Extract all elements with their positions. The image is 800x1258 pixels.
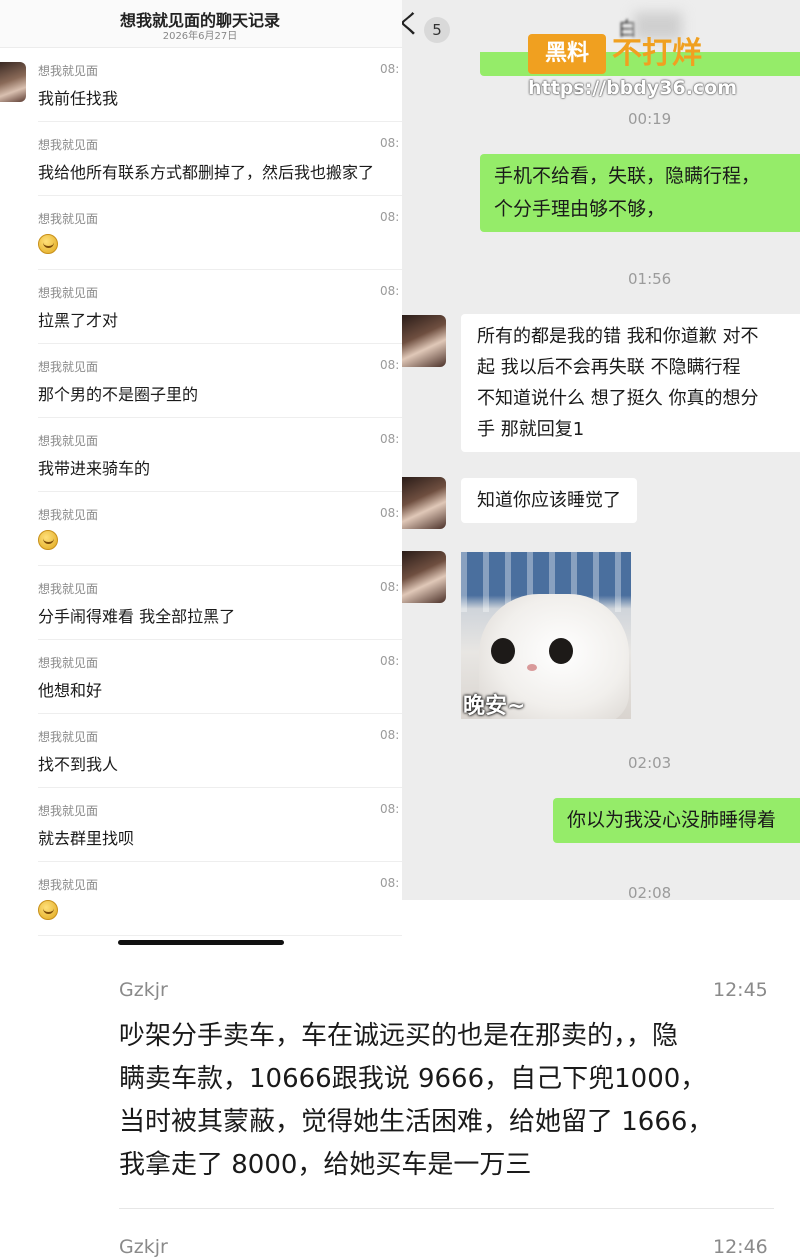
- chat-record-item[interactable]: 想我就见面 08: 找不到我人: [0, 714, 402, 788]
- record-time: 08:: [380, 62, 400, 76]
- chat-record-item[interactable]: 想我就见面 08:: [0, 492, 402, 566]
- timestamp: 00:19: [628, 110, 672, 128]
- my-message-bubble[interactable]: 手机不给看，失联，隐瞒行程， 个分手理由够不够，: [480, 154, 800, 232]
- message-text: 你以为我没心没肺睡得着: [567, 809, 777, 831]
- chat-record-item[interactable]: 想我就见面 08: 他想和好: [0, 640, 402, 714]
- watermark-text: 不打烊: [612, 36, 702, 71]
- comment-text-line: 吵架分手卖车，车在诚远买的也是在那卖的，，隐: [119, 1021, 679, 1051]
- record-sender: 想我就见面: [38, 212, 99, 226]
- chat-record-item[interactable]: 想我就见面 08: 我前任找我: [0, 48, 402, 122]
- their-message-bubble[interactable]: 知道你应该睡觉了: [461, 478, 637, 523]
- chat-record-item[interactable]: 想我就见面 08: 我带进来骑车的: [0, 418, 402, 492]
- sticker-caption: 晚安~: [463, 694, 526, 719]
- comment-username[interactable]: Gzkjr: [119, 1236, 168, 1258]
- chat-history-panel: 想我就见面的聊天记录 2026年6月27日 想我就见面 08: 我前任找我 想我就见面…: [0, 0, 402, 955]
- record-sender: 想我就见面: [38, 804, 99, 818]
- chat-record-item[interactable]: 想我就见面 08: 拉黑了才对: [0, 270, 402, 344]
- record-message: 找不到我人: [38, 755, 119, 774]
- chat-history-header: 想我就见面的聊天记录 2026年6月27日: [0, 0, 402, 48]
- record-sender: 想我就见面: [38, 730, 99, 744]
- record-time: 08:: [380, 210, 400, 224]
- comment-text-line: 我拿走了 8000，给她买车是一万三: [119, 1150, 532, 1180]
- chat-record-item[interactable]: 想我就见面 08: 分手闹得难看 我全部拉黑了: [0, 566, 402, 640]
- watermark-url: https://bbdy36.com: [528, 77, 738, 99]
- chat-record-item[interactable]: 想我就见面 08:: [0, 862, 402, 936]
- record-time: 08:: [380, 136, 400, 150]
- record-message: 我前任找我: [38, 89, 119, 108]
- emoji-icon: [38, 900, 58, 920]
- record-sender: 想我就见面: [38, 434, 99, 448]
- record-message: 那个男的不是圈子里的: [38, 385, 199, 404]
- record-sender: 想我就见面: [38, 656, 99, 670]
- emoji-icon: [38, 530, 58, 550]
- chat-record-item[interactable]: 想我就见面 08: 就去群里找呗: [0, 788, 402, 862]
- message-text: 知道你应该睡觉了: [477, 490, 621, 511]
- message-text: 个分手理由够不够，: [494, 198, 666, 220]
- record-time: 08:: [380, 654, 400, 668]
- back-arrow-icon[interactable]: く: [402, 12, 422, 38]
- record-message: 拉黑了才对: [38, 311, 119, 330]
- comment-divider: [119, 1208, 774, 1209]
- comment-text-line: 瞒卖车款，10666跟我说 9666，自己下兜1000，: [119, 1064, 707, 1094]
- their-message-bubble[interactable]: 所有的都是我的错 我和你道歉 对不 起 我以后不会再失联 不隐瞒行程 不知道说什…: [461, 314, 800, 452]
- message-text: 手 那就回复1: [477, 419, 585, 440]
- comment-text-line: 当时被其蒙蔽，觉得她生活困难，给她留了 1666，: [119, 1107, 714, 1137]
- home-indicator: [118, 940, 284, 945]
- comment-time: 12:46: [713, 1236, 768, 1258]
- emoji-icon: [38, 234, 58, 254]
- contact-avatar[interactable]: [402, 315, 446, 367]
- timestamp: 01:56: [628, 270, 672, 288]
- comment-time: 12:45: [713, 979, 768, 1001]
- chat-record-item[interactable]: 想我就见面 08: 我给他所有联系方式都删掉了，然后我也搬家了: [0, 122, 402, 196]
- chat-history-date: 2026年6月27日: [162, 31, 238, 42]
- record-message: 分手闹得难看 我全部拉黑了: [38, 607, 236, 626]
- record-time: 08:: [380, 284, 400, 298]
- contact-avatar[interactable]: [402, 551, 446, 603]
- cat-eye: [549, 638, 573, 664]
- cat-nose: [527, 664, 537, 671]
- watermark-badge: 黑料: [528, 34, 606, 74]
- site-watermark: 黑料 不打烊 https://bbdy36.com: [528, 34, 758, 104]
- cat-sticker-image[interactable]: 晚安~: [461, 552, 631, 719]
- record-time: 08:: [380, 802, 400, 816]
- comment-section: Gzkjr 12:45 吵架分手卖车，车在诚远买的也是在那卖的，，隐 瞒卖车款，…: [0, 955, 800, 1258]
- record-message: 我带进来骑车的: [38, 459, 151, 478]
- record-sender: 想我就见面: [38, 138, 99, 152]
- record-message: 我给他所有联系方式都删掉了，然后我也搬家了: [38, 163, 375, 182]
- comment-username[interactable]: Gzkjr: [119, 979, 168, 1001]
- message-text: 所有的都是我的错 我和你道歉 对不: [477, 326, 759, 347]
- timestamp: 02:03: [628, 754, 672, 772]
- record-sender: 想我就见面: [38, 64, 99, 78]
- message-text: 起 我以后不会再失联 不隐瞒行程: [477, 357, 741, 378]
- chat-record-item[interactable]: 想我就见面 08:: [0, 196, 402, 270]
- record-divider: [38, 935, 402, 936]
- message-text: 手机不给看，失联，隐瞒行程，: [494, 165, 761, 187]
- message-text: 不知道说什么 想了挺久 你真的想分: [477, 388, 759, 409]
- chat-record-item[interactable]: 想我就见面 08: 那个男的不是圈子里的: [0, 344, 402, 418]
- unread-count-badge[interactable]: 5: [424, 17, 450, 43]
- record-message: 就去群里找呗: [38, 829, 135, 848]
- record-sender: 想我就见面: [38, 508, 99, 522]
- record-sender: 想我就见面: [38, 582, 99, 596]
- record-time: 08:: [380, 506, 400, 520]
- cat-eye: [491, 638, 515, 664]
- record-time: 08:: [380, 728, 400, 742]
- my-message-bubble[interactable]: 你以为我没心没肺睡得着: [553, 798, 800, 843]
- contact-avatar[interactable]: [402, 477, 446, 529]
- record-message: 他想和好: [38, 681, 103, 700]
- timestamp: 02:08: [628, 884, 672, 900]
- record-time: 08:: [380, 876, 400, 890]
- record-time: 08:: [380, 580, 400, 594]
- record-time: 08:: [380, 358, 400, 372]
- record-sender: 想我就见面: [38, 878, 99, 892]
- record-time: 08:: [380, 432, 400, 446]
- chat-screen: く 5 白 00:19 手机不给看，失联，隐瞒行程， 个分手理由够不够， 01:…: [402, 0, 800, 900]
- record-sender: 想我就见面: [38, 360, 99, 374]
- record-sender: 想我就见面: [38, 286, 99, 300]
